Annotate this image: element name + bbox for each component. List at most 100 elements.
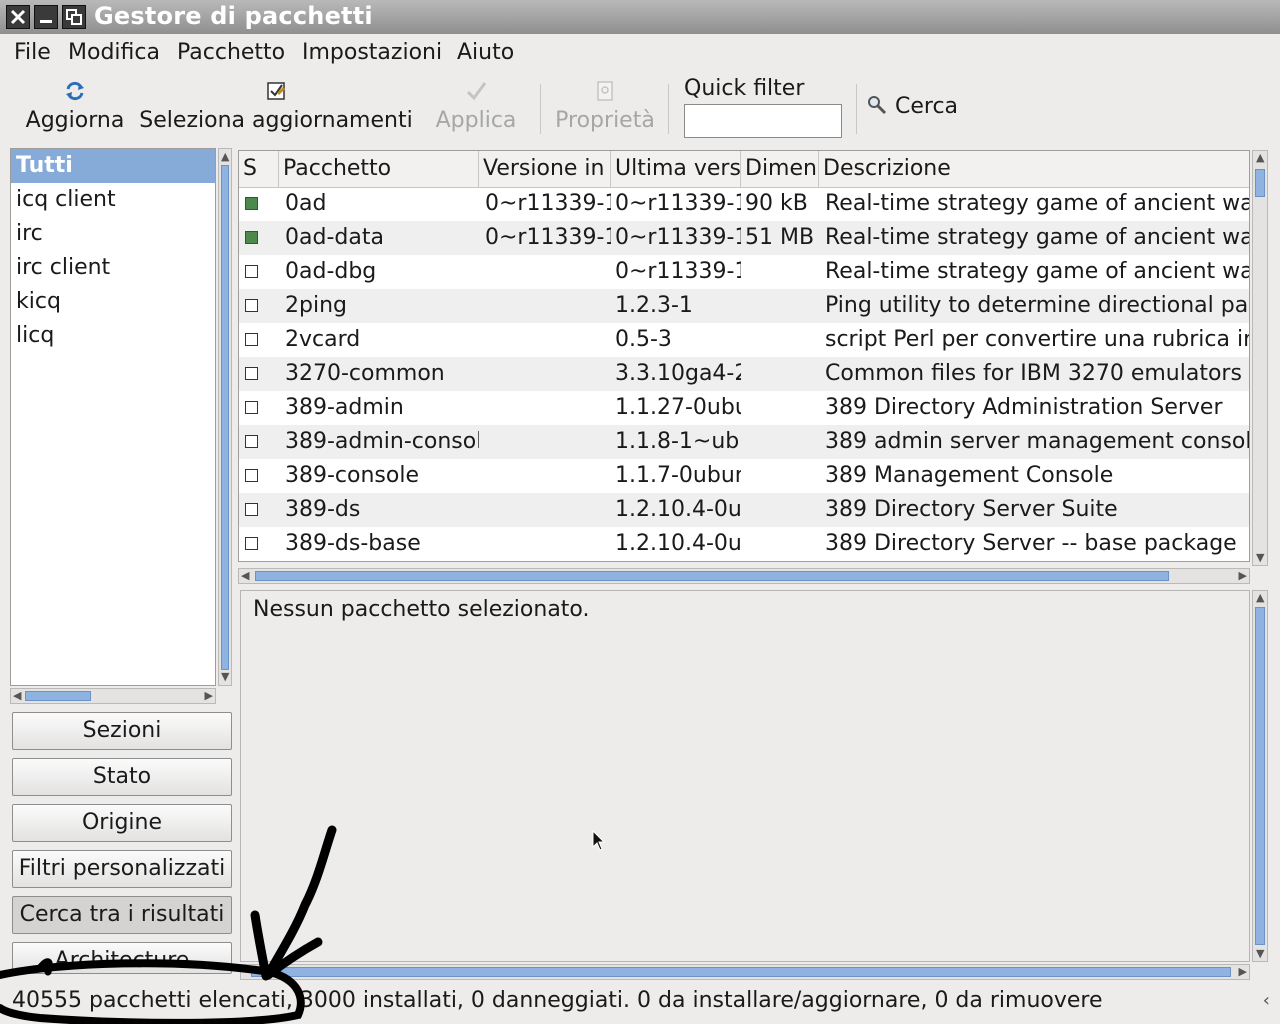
title-bar: Gestore di pacchetti — [0, 0, 1280, 34]
toolbar-separator — [540, 84, 541, 134]
package-name: 0ad — [285, 191, 327, 216]
scroll-left-arrow-icon[interactable]: ◀ — [241, 570, 249, 582]
scroll-up-arrow-icon[interactable]: ▲ — [221, 151, 229, 163]
table-row[interactable]: 389-ds 1.2.10.4-0ubuntu 389 Directory Serv… — [239, 493, 1249, 527]
table-row[interactable]: 2ping 1.2.3-1 Ping utility to determine di… — [239, 289, 1249, 323]
package-name: 389-admin — [285, 395, 404, 420]
menu-modifica[interactable]: Modifica — [68, 40, 160, 65]
architecture-button[interactable]: Architecture — [12, 942, 232, 974]
scroll-right-arrow-icon[interactable]: ▶ — [1239, 570, 1247, 582]
not-installed-status-icon[interactable] — [245, 367, 258, 380]
seleziona-aggiornamenti-button[interactable]: Seleziona aggiornamenti — [138, 76, 414, 142]
filtri-personalizzati-button[interactable]: Filtri personalizzati — [12, 850, 232, 888]
stato-button[interactable]: Stato — [12, 758, 232, 796]
menu-impostazioni[interactable]: Impostazioni — [302, 40, 442, 65]
menu-pacchetto[interactable]: Pacchetto — [177, 40, 285, 65]
package-name: 389-ds — [285, 497, 361, 522]
column-header-ultima-versione[interactable]: Ultima vers — [611, 151, 741, 187]
installed-version — [485, 425, 611, 459]
details-horizontal-scrollbar[interactable]: ▶ — [240, 964, 1250, 980]
column-header-dimensione[interactable]: Dimen — [741, 151, 819, 187]
package-name: 389-ds-base — [285, 531, 421, 556]
applica-button[interactable]: Applica — [434, 76, 518, 142]
package-description: Real-time strategy game of ancient warfa… — [825, 191, 1249, 216]
package-size — [745, 459, 819, 493]
table-row[interactable]: 0ad-data 0~r11339-1 0~r11339-1 51 MB Real-ti… — [239, 221, 1249, 255]
table-row[interactable]: 0ad-dbg 0~r11339-1 Real-time strategy game… — [239, 255, 1249, 289]
package-size — [745, 391, 819, 425]
table-row[interactable]: 389-admin 1.1.27-0ubuntu 389 Directory Adm… — [239, 391, 1249, 425]
cerca-tra-i-risultati-button[interactable]: Cerca tra i risultati — [12, 896, 232, 934]
filter-item-irc-client[interactable]: irc client — [11, 251, 215, 285]
scrollbar-thumb[interactable] — [251, 967, 1231, 977]
scroll-right-arrow-icon[interactable]: ▶ — [1239, 966, 1247, 978]
package-description: Common files for IBM 3270 emulators — [825, 361, 1242, 386]
chevron-left-icon[interactable]: ‹ — [1263, 990, 1270, 1011]
installed-version: 0~r11339-1 — [485, 191, 611, 216]
scroll-down-arrow-icon[interactable]: ▼ — [1256, 948, 1264, 960]
not-installed-status-icon[interactable] — [245, 299, 258, 312]
scrollbar-thumb[interactable] — [1255, 169, 1265, 197]
not-installed-status-icon[interactable] — [245, 401, 258, 414]
filter-item-tutti[interactable]: Tutti — [11, 149, 215, 183]
not-installed-status-icon[interactable] — [245, 265, 258, 278]
package-size — [745, 357, 819, 391]
package-description: 389 Management Console — [825, 463, 1114, 488]
table-row[interactable]: 389-ds-base 1.2.10.4-0ubuntu 389 Directory… — [239, 527, 1249, 561]
scroll-down-arrow-icon[interactable]: ▼ — [221, 671, 229, 683]
quick-filter-input[interactable] — [684, 104, 842, 138]
package-description: 389 Directory Server Suite — [825, 497, 1118, 522]
scrollbar-thumb[interactable] — [255, 571, 1169, 581]
scroll-up-arrow-icon[interactable]: ▲ — [1256, 152, 1264, 164]
column-header-descrizione[interactable]: Descrizione — [819, 151, 1249, 187]
table-row[interactable]: 389-admin-console 1.1.8-1~ubuntu 389 admin… — [239, 425, 1249, 459]
filter-item-licq[interactable]: licq — [11, 319, 215, 353]
scroll-right-arrow-icon[interactable]: ▶ — [205, 690, 213, 702]
menu-file[interactable]: File — [14, 40, 51, 65]
not-installed-status-icon[interactable] — [245, 333, 258, 346]
close-window-button[interactable] — [6, 5, 30, 29]
filter-item-icq-client[interactable]: icq client — [11, 183, 215, 217]
scroll-down-arrow-icon[interactable]: ▼ — [1256, 552, 1264, 564]
table-row[interactable]: 389-console 1.1.7-0ubuntu 389 Management C… — [239, 459, 1249, 493]
sidebar-vertical-scrollbar[interactable]: ▲ ▼ — [218, 148, 232, 686]
package-name: 389-admin-console — [285, 429, 479, 454]
sezioni-button[interactable]: Sezioni — [12, 712, 232, 750]
details-vertical-scrollbar[interactable]: ▲ ▼ — [1252, 590, 1268, 962]
not-installed-status-icon[interactable] — [245, 537, 258, 550]
package-size: 51 MB — [745, 225, 815, 250]
apply-check-icon — [466, 82, 487, 101]
filter-item-irc[interactable]: irc — [11, 217, 215, 251]
table-horizontal-scrollbar[interactable]: ◀ ▶ — [238, 568, 1250, 584]
table-row[interactable]: 0ad 0~r11339-1 0~r11339-1 90 kB Real-time st… — [239, 187, 1249, 221]
filter-list: Tutti icq client irc irc client kicq lic… — [10, 148, 216, 686]
scrollbar-thumb[interactable] — [25, 691, 91, 701]
minimize-window-button[interactable] — [34, 5, 58, 29]
aggiorna-button[interactable]: Aggiorna — [22, 76, 128, 142]
scroll-up-arrow-icon[interactable]: ▲ — [1256, 592, 1264, 604]
table-vertical-scrollbar[interactable]: ▲ ▼ — [1252, 150, 1268, 566]
table-row[interactable]: 3270-common 3.3.10ga4-2 Common files for I… — [239, 357, 1249, 391]
not-installed-status-icon[interactable] — [245, 503, 258, 516]
filter-item-kicq[interactable]: kicq — [11, 285, 215, 319]
seleziona-label: Seleziona aggiornamenti — [139, 108, 413, 133]
column-header-status[interactable]: S — [239, 151, 279, 187]
column-header-pacchetto[interactable]: Pacchetto — [279, 151, 479, 187]
installed-status-icon[interactable] — [245, 231, 258, 244]
scrollbar-thumb[interactable] — [1255, 607, 1265, 945]
not-installed-status-icon[interactable] — [245, 469, 258, 482]
column-header-versione-installata[interactable]: Versione in — [479, 151, 611, 187]
cerca-button[interactable]: Cerca — [866, 94, 958, 119]
aggiorna-label: Aggiorna — [25, 108, 125, 133]
package-name: 2ping — [285, 293, 347, 318]
proprieta-button[interactable]: Proprietà — [552, 76, 658, 142]
table-row[interactable]: 2vcard 0.5-3 script Perl per convertire un… — [239, 323, 1249, 357]
not-installed-status-icon[interactable] — [245, 435, 258, 448]
sidebar-horizontal-scrollbar[interactable]: ◀ ▶ — [10, 688, 216, 704]
menu-aiuto[interactable]: Aiuto — [457, 40, 514, 65]
scrollbar-thumb[interactable] — [221, 165, 229, 670]
installed-status-icon[interactable] — [245, 197, 258, 210]
scroll-left-arrow-icon[interactable]: ◀ — [13, 690, 21, 702]
maximize-window-button[interactable] — [62, 5, 86, 29]
origine-button[interactable]: Origine — [12, 804, 232, 842]
